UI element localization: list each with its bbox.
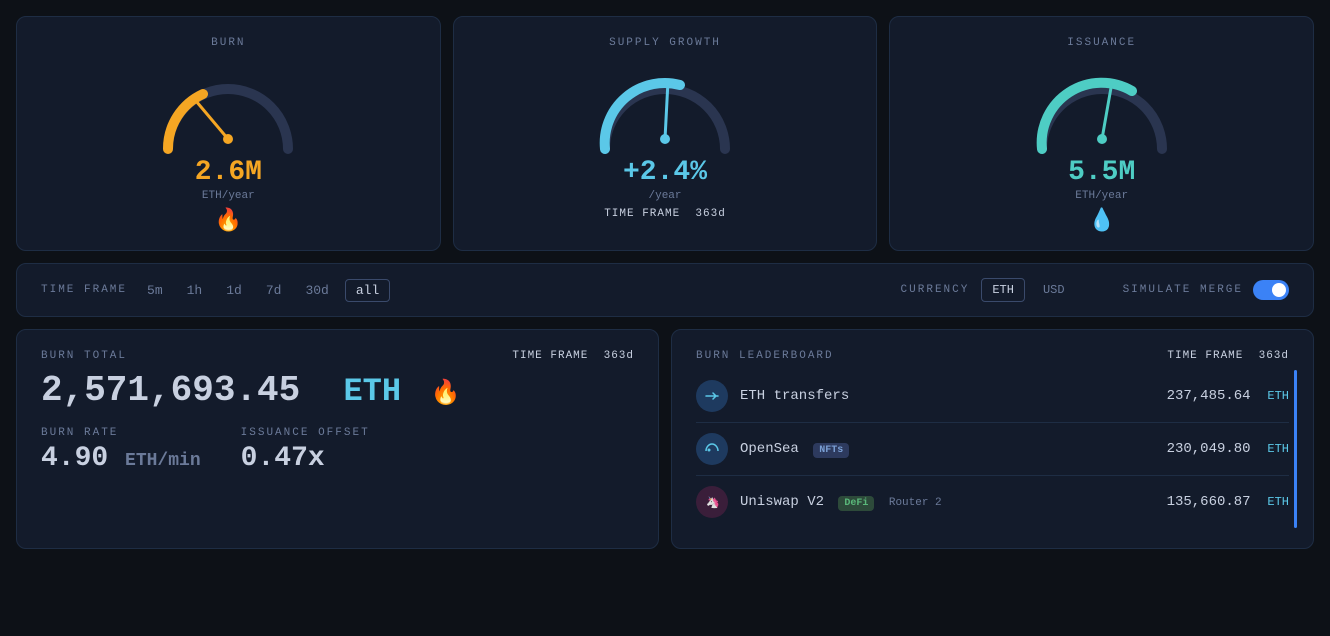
supply-gauge-title: SUPPLY GROWTH xyxy=(609,37,721,49)
burn-gauge-value: 2.6M xyxy=(195,157,262,188)
lb-icon-eth-transfers xyxy=(696,380,728,412)
gauges-row: BURN 2.6M ETH/year 🔥 SUPPLY GROWTH xyxy=(16,16,1314,251)
burn-total-fire-icon: 🔥 xyxy=(431,381,461,408)
lb-icon-opensea xyxy=(696,433,728,465)
leaderboard-header: BURN LEADERBOARD TIME FRAME 363d xyxy=(696,350,1289,362)
burn-total-tf-label: TIME FRAME xyxy=(512,350,588,362)
burn-total-timeframe: TIME FRAME 363d xyxy=(512,350,634,362)
issuance-gauge-value: 5.5M xyxy=(1068,157,1135,188)
burn-total-tf-value: 363d xyxy=(604,350,634,362)
supply-timeframe-value: 363d xyxy=(695,208,725,220)
time-btn-1d[interactable]: 1d xyxy=(218,279,250,302)
burn-rate-number: 4.90 xyxy=(41,443,108,474)
time-btn-1h[interactable]: 1h xyxy=(179,279,211,302)
time-btn-5m[interactable]: 5m xyxy=(139,279,171,302)
currency-btn-usd[interactable]: USD xyxy=(1033,279,1075,301)
lb-amount-opensea: 230,049.80 ETH xyxy=(1167,441,1289,457)
issuance-gauge-unit: ETH/year xyxy=(1075,190,1128,202)
burn-total-number: 2,571,693.45 xyxy=(41,370,300,411)
stats-row: BURN RATE 4.90 ETH/min ISSUANCE OFFSET 0… xyxy=(41,427,634,474)
supply-gauge-svg xyxy=(585,59,745,159)
leaderboard-timeframe: TIME FRAME 363d xyxy=(1167,350,1289,362)
burn-gauge-icon: 🔥 xyxy=(215,208,242,234)
leaderboard-list: ETH transfers 237,485.64 ETH OpenSea NFT… xyxy=(696,370,1289,528)
burn-total-currency: ETH xyxy=(343,373,401,410)
lb-sub-uniswap: Router 2 xyxy=(889,497,942,509)
svg-text:🦄: 🦄 xyxy=(706,496,720,510)
burn-gauge-unit: ETH/year xyxy=(202,190,255,202)
lb-row-opensea: OpenSea NFTs 230,049.80 ETH xyxy=(696,423,1289,476)
burn-gauge-svg-container xyxy=(148,59,308,149)
lb-tf-value: 363d xyxy=(1259,350,1289,362)
currency-group: CURRENCY ETH USD xyxy=(901,278,1075,302)
lb-badge-defi: DeFi xyxy=(838,496,874,511)
supply-gauge-timeframe: TIME FRAME 363d xyxy=(604,208,726,220)
burn-total-card: BURN TOTAL TIME FRAME 363d 2,571,693.45 … xyxy=(16,329,659,549)
burn-total-label: BURN TOTAL xyxy=(41,350,127,362)
issuance-gauge-title: ISSUANCE xyxy=(1067,37,1136,49)
simulate-group: SIMULATE MERGE xyxy=(1123,280,1289,300)
leaderboard-label: BURN LEADERBOARD xyxy=(696,350,834,362)
lb-tf-label: TIME FRAME xyxy=(1167,350,1243,362)
issuance-offset-block: ISSUANCE OFFSET 0.47x xyxy=(241,427,370,474)
scrollbar xyxy=(1294,370,1297,528)
lb-row-eth-transfers: ETH transfers 237,485.64 ETH xyxy=(696,370,1289,423)
issuance-offset-label: ISSUANCE OFFSET xyxy=(241,427,370,439)
burn-total-value: 2,571,693.45 ETH 🔥 xyxy=(41,370,634,411)
issuance-gauge-svg xyxy=(1022,59,1182,159)
supply-gauge-unit: /year xyxy=(649,190,682,202)
simulate-merge-toggle[interactable] xyxy=(1253,280,1289,300)
issuance-gauge-card: ISSUANCE 5.5M ETH/year 💧 xyxy=(889,16,1314,251)
controls-row: TIME FRAME 5m 1h 1d 7d 30d all CURRENCY … xyxy=(16,263,1314,317)
lb-name-opensea: OpenSea NFTs xyxy=(740,441,1167,457)
lb-badge-nft: NFTs xyxy=(813,443,849,458)
simulate-merge-label: SIMULATE MERGE xyxy=(1123,284,1243,296)
burn-rate-value: 4.90 ETH/min xyxy=(41,443,201,474)
time-btn-7d[interactable]: 7d xyxy=(258,279,290,302)
burn-rate-unit: ETH/min xyxy=(125,451,201,471)
issuance-gauge-icon: 💧 xyxy=(1088,208,1115,234)
lb-row-uniswap: 🦄 Uniswap V2 DeFi Router 2 135,660.87 ET… xyxy=(696,476,1289,528)
supply-gauge-card: SUPPLY GROWTH +2.4% /year TIME FRAME 363… xyxy=(453,16,878,251)
burn-gauge-title: BURN xyxy=(211,37,245,49)
time-btn-all[interactable]: all xyxy=(345,279,390,302)
bottom-row: BURN TOTAL TIME FRAME 363d 2,571,693.45 … xyxy=(16,329,1314,549)
currency-label: CURRENCY xyxy=(901,284,970,296)
dashboard: BURN 2.6M ETH/year 🔥 SUPPLY GROWTH xyxy=(16,16,1314,549)
supply-gauge-value: +2.4% xyxy=(623,157,707,188)
timeframe-label: TIME FRAME xyxy=(41,284,127,296)
supply-gauge-svg-container xyxy=(585,59,745,149)
lb-amount-eth-transfers: 237,485.64 ETH xyxy=(1167,388,1289,404)
currency-btn-eth[interactable]: ETH xyxy=(981,278,1025,302)
issuance-gauge-svg-container xyxy=(1022,59,1182,149)
lb-name-uniswap: Uniswap V2 DeFi Router 2 xyxy=(740,494,1167,510)
lb-icon-uniswap: 🦄 xyxy=(696,486,728,518)
burn-total-header: BURN TOTAL TIME FRAME 363d xyxy=(41,350,634,362)
issuance-offset-value: 0.47x xyxy=(241,443,370,474)
lb-name-eth-transfers: ETH transfers xyxy=(740,388,1167,404)
lb-amount-uniswap: 135,660.87 ETH xyxy=(1167,494,1289,510)
leaderboard-card: BURN LEADERBOARD TIME FRAME 363d ETH tra… xyxy=(671,329,1314,549)
burn-gauge-card: BURN 2.6M ETH/year 🔥 xyxy=(16,16,441,251)
time-btn-30d[interactable]: 30d xyxy=(297,279,336,302)
burn-rate-label: BURN RATE xyxy=(41,427,201,439)
supply-timeframe-label: TIME FRAME xyxy=(604,208,680,220)
burn-rate-block: BURN RATE 4.90 ETH/min xyxy=(41,427,201,474)
burn-gauge-svg xyxy=(148,59,308,159)
